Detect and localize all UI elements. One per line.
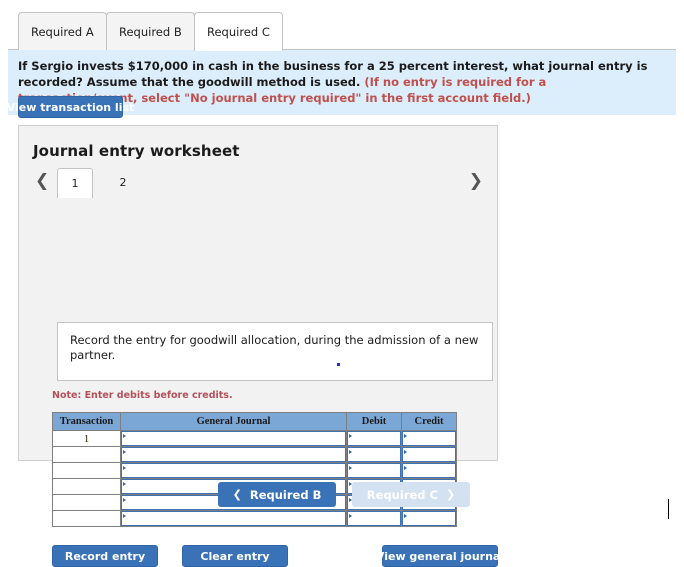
debits-before-credits-note: Note: Enter debits before credits. — [52, 390, 233, 401]
debit-input[interactable] — [347, 431, 401, 446]
nav-next-button: Required C ❯ — [352, 482, 470, 507]
worksheet-pager: ❮ 1 2 ❯ — [33, 168, 485, 198]
chevron-left-icon[interactable]: ❮ — [35, 170, 49, 192]
account-input[interactable] — [121, 511, 346, 526]
transaction-number — [52, 446, 121, 463]
worksheet-title: Journal entry worksheet — [33, 142, 240, 160]
page-label: 1 — [71, 177, 79, 190]
general-journal-cell[interactable] — [120, 446, 347, 463]
table-row: 1 — [52, 430, 457, 447]
credit-input[interactable] — [402, 431, 456, 446]
nav-next-label: Required C — [366, 487, 438, 502]
debit-input[interactable] — [347, 511, 401, 526]
view-general-journal-button[interactable]: View general journal — [376, 545, 504, 567]
tab-label: Required C — [207, 25, 270, 39]
chevron-left-icon: ❮ — [232, 488, 242, 501]
account-input[interactable] — [121, 463, 346, 478]
chevron-right-icon[interactable]: ❯ — [469, 170, 483, 192]
tab-required-c[interactable]: Required C — [194, 12, 283, 51]
journal-entry-table: Transaction General Journal Debit Credit… — [52, 412, 457, 527]
account-input[interactable] — [121, 447, 346, 462]
credit-cell[interactable] — [401, 462, 457, 479]
tab-required-b[interactable]: Required B — [106, 12, 195, 50]
worksheet-description-box: Record the entry for goodwill allocation… — [57, 322, 493, 381]
debit-cell[interactable] — [346, 462, 402, 479]
button-label: View general journal — [375, 549, 505, 563]
debit-input[interactable] — [347, 447, 401, 462]
transaction-number: 1 — [52, 430, 121, 447]
transaction-number — [52, 494, 121, 511]
debit-cell[interactable] — [346, 510, 402, 527]
button-label: Record entry — [64, 549, 146, 563]
column-header-general-journal: General Journal — [120, 412, 347, 431]
credit-cell[interactable] — [401, 430, 457, 447]
table-row — [52, 510, 457, 527]
column-header-credit: Credit — [401, 412, 457, 431]
worksheet-page-2[interactable]: 2 — [105, 168, 141, 197]
clear-entry-button[interactable]: Clear entry — [182, 545, 288, 567]
transaction-number — [52, 462, 121, 479]
credit-cell[interactable] — [401, 510, 457, 527]
instruction-main: If Sergio invests $170,000 in cash in th… — [18, 59, 648, 89]
requirement-tabs: Required A Required B Required C — [0, 12, 684, 51]
button-label: View transaction list — [6, 100, 135, 114]
tab-label: Required A — [31, 24, 94, 39]
nav-previous-button[interactable]: ❮ Required B — [218, 482, 336, 507]
column-header-transaction: Transaction — [52, 412, 121, 431]
text-cursor-caret — [668, 499, 669, 519]
view-transaction-list-button[interactable]: View transaction list — [7, 96, 134, 118]
general-journal-cell[interactable] — [120, 510, 347, 527]
table-header-row: Transaction General Journal Debit Credit — [52, 412, 457, 431]
credit-input[interactable] — [402, 463, 456, 478]
debit-input[interactable] — [347, 463, 401, 478]
transaction-number — [52, 510, 121, 527]
transaction-number — [52, 478, 121, 495]
nav-previous-label: Required B — [249, 487, 322, 502]
page-label: 2 — [119, 176, 127, 189]
chevron-right-icon: ❯ — [445, 488, 456, 501]
worksheet-description-text: Record the entry for goodwill allocation… — [70, 333, 479, 362]
general-journal-cell[interactable] — [120, 462, 347, 479]
tab-label: Required B — [119, 24, 182, 39]
debit-cell[interactable] — [346, 430, 402, 447]
credit-input[interactable] — [402, 511, 456, 526]
worksheet-page-1[interactable]: 1 — [57, 168, 93, 198]
column-header-debit: Debit — [346, 412, 402, 431]
credit-cell[interactable] — [401, 446, 457, 463]
table-row — [52, 446, 457, 463]
record-entry-button[interactable]: Record entry — [52, 545, 158, 567]
credit-input[interactable] — [402, 447, 456, 462]
button-label: Clear entry — [200, 549, 270, 563]
general-journal-cell[interactable] — [120, 430, 347, 447]
debit-cell[interactable] — [346, 446, 402, 463]
table-row — [52, 462, 457, 479]
tab-required-a[interactable]: Required A — [18, 12, 107, 50]
journal-entry-worksheet-panel: Journal entry worksheet ❮ 1 2 ❯ Record t… — [18, 125, 504, 567]
account-input[interactable] — [121, 431, 346, 446]
text-cursor-dot — [337, 363, 340, 366]
